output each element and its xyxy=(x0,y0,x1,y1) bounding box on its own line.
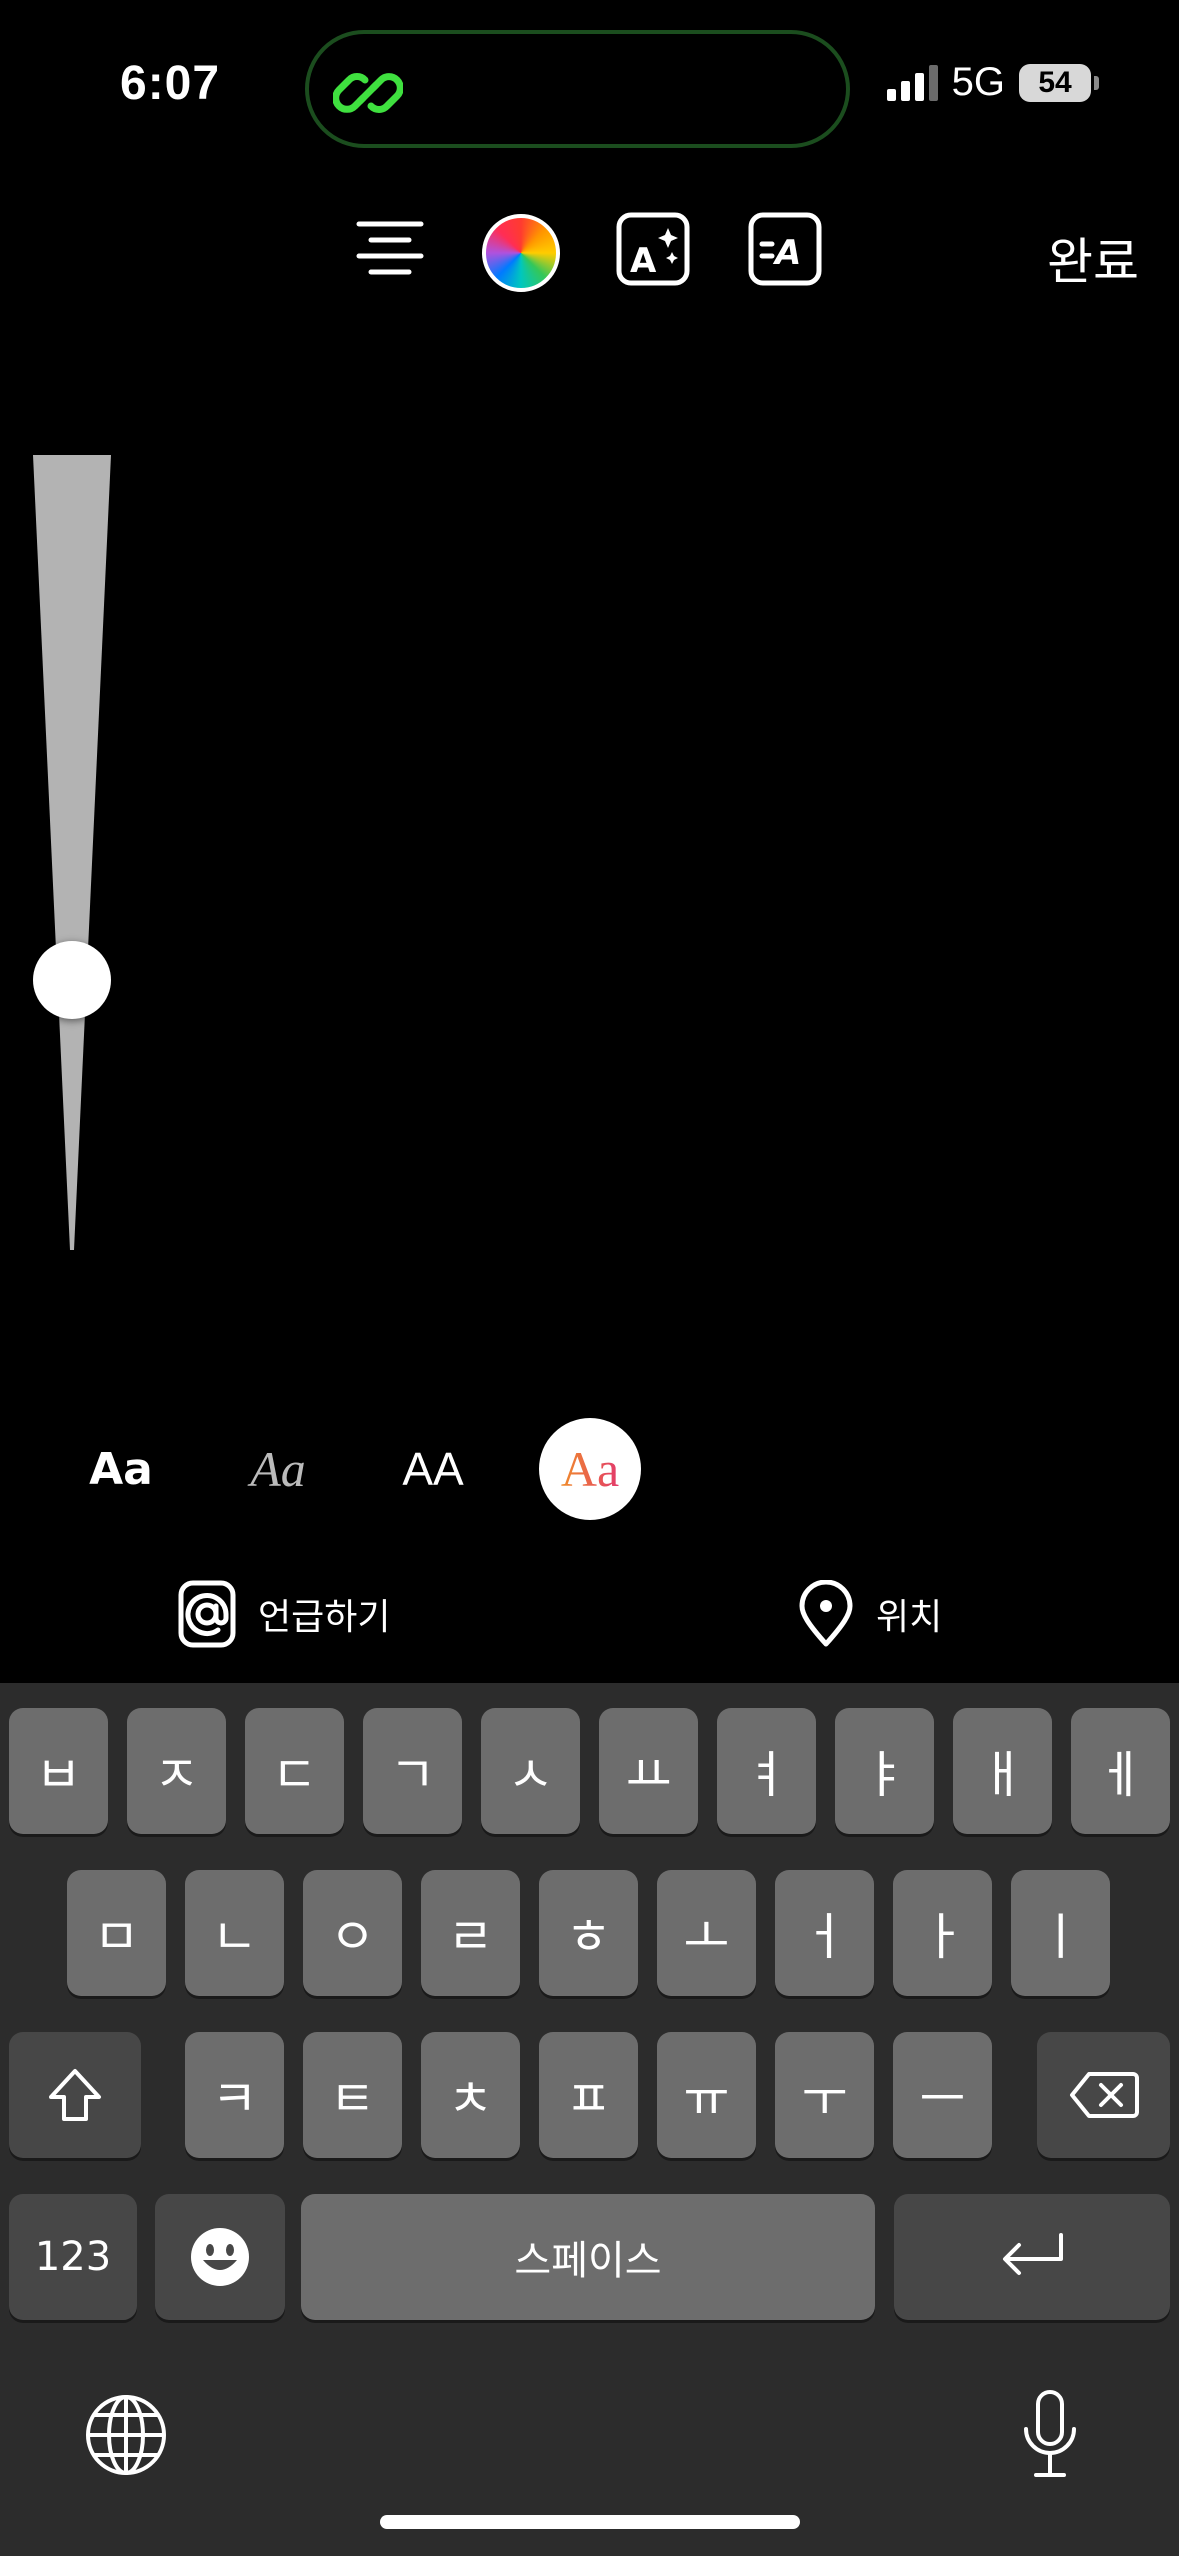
font-serif-label: Aa xyxy=(560,1441,620,1497)
numbers-key[interactable]: 123 xyxy=(9,2194,137,2320)
network-type: 5G xyxy=(951,60,1005,104)
key-row1[interactable]: ㄷ xyxy=(245,1708,344,1834)
delete-key[interactable] xyxy=(1037,2032,1170,2158)
key-row3[interactable]: ㅡ xyxy=(893,2032,992,2158)
shift-key[interactable] xyxy=(9,2032,141,2158)
key-row2[interactable]: ㅏ xyxy=(893,1870,992,1996)
slider-track xyxy=(33,455,111,1250)
key-row2[interactable]: ㅇ xyxy=(303,1870,402,1996)
key-row3[interactable]: ㅊ xyxy=(421,2032,520,2158)
keyboard: ㅂ ㅈ ㄷ ㄱ ㅅ ㅛ ㅕ ㅑ ㅐ ㅔ ㅁ ㄴ ㅇ ㄹ ㅎ ㅗ ㅓ ㅏ ㅣ ㅋ … xyxy=(0,1683,1179,2556)
key-row2[interactable]: ㄴ xyxy=(185,1870,284,1996)
globe-icon[interactable] xyxy=(84,2393,168,2477)
text-size-slider[interactable] xyxy=(30,455,114,1250)
font-italic-option[interactable]: Aa xyxy=(227,1418,329,1520)
mention-button[interactable]: 언급하기 xyxy=(178,1580,390,1648)
status-indicators: 5G 54 xyxy=(886,60,1099,105)
microphone-icon[interactable] xyxy=(1020,2389,1080,2481)
key-row1[interactable]: ㄱ xyxy=(363,1708,462,1834)
key-row2[interactable]: ㅁ xyxy=(67,1870,166,1996)
text-animation-icon[interactable]: A xyxy=(748,212,822,286)
text-effects-icon[interactable]: A xyxy=(616,212,690,286)
battery-icon: 54 xyxy=(1019,63,1099,102)
key-row2[interactable]: ㅎ xyxy=(539,1870,638,1996)
key-row2[interactable]: ㅣ xyxy=(1011,1870,1110,1996)
key-row3[interactable]: ㅠ xyxy=(657,2032,756,2158)
status-time: 6:07 xyxy=(120,57,221,110)
done-button[interactable]: 완료 xyxy=(1047,222,1139,294)
emoji-icon xyxy=(191,2228,249,2286)
color-wheel-icon[interactable] xyxy=(482,214,560,292)
backspace-icon xyxy=(1069,2072,1139,2118)
key-row3[interactable]: ㅌ xyxy=(303,2032,402,2158)
shift-icon xyxy=(49,2069,101,2121)
space-key[interactable]: 스페이스 xyxy=(301,2194,875,2320)
key-row3[interactable]: ㅍ xyxy=(539,2032,638,2158)
key-row1[interactable]: ㅅ xyxy=(481,1708,580,1834)
key-row1[interactable]: ㅔ xyxy=(1071,1708,1170,1834)
key-row2[interactable]: ㅗ xyxy=(657,1870,756,1996)
dynamic-island xyxy=(305,30,850,148)
signal-icon xyxy=(886,64,938,101)
font-classic-option[interactable]: Aa xyxy=(70,1418,172,1520)
mention-label: 언급하기 xyxy=(258,1596,391,1637)
key-row1[interactable]: ㅂ xyxy=(9,1708,108,1834)
svg-text:A: A xyxy=(772,233,801,273)
svg-text:A: A xyxy=(630,241,657,281)
key-row3[interactable]: ㅜ xyxy=(775,2032,874,2158)
key-row2[interactable]: ㄹ xyxy=(421,1870,520,1996)
location-label: 위치 xyxy=(876,1596,943,1637)
link-icon xyxy=(333,73,403,113)
key-row2[interactable]: ㅓ xyxy=(775,1870,874,1996)
font-serif-option-selected[interactable]: Aa xyxy=(539,1418,641,1520)
location-pin-icon xyxy=(799,1580,853,1647)
home-indicator[interactable] xyxy=(380,2515,800,2529)
location-button[interactable]: 위치 xyxy=(798,1580,942,1648)
key-row1[interactable]: ㅈ xyxy=(127,1708,226,1834)
slider-thumb[interactable] xyxy=(33,941,111,1019)
battery-level: 54 xyxy=(1019,63,1091,102)
key-row3[interactable]: ㅋ xyxy=(185,2032,284,2158)
numbers-key-label: 123 xyxy=(34,2234,112,2280)
align-center-icon[interactable] xyxy=(355,212,425,282)
return-key[interactable] xyxy=(894,2194,1170,2320)
key-row1[interactable]: ㅐ xyxy=(953,1708,1052,1834)
return-icon xyxy=(1003,2233,1063,2275)
mention-icon xyxy=(178,1580,236,1648)
key-row1[interactable]: ㅑ xyxy=(835,1708,934,1834)
font-caps-option[interactable]: AA xyxy=(382,1418,484,1520)
key-row1[interactable]: ㅛ xyxy=(599,1708,698,1834)
space-key-label: 스페이스 xyxy=(514,2238,662,2284)
key-row1[interactable]: ㅕ xyxy=(717,1708,816,1834)
emoji-key[interactable] xyxy=(155,2194,285,2320)
